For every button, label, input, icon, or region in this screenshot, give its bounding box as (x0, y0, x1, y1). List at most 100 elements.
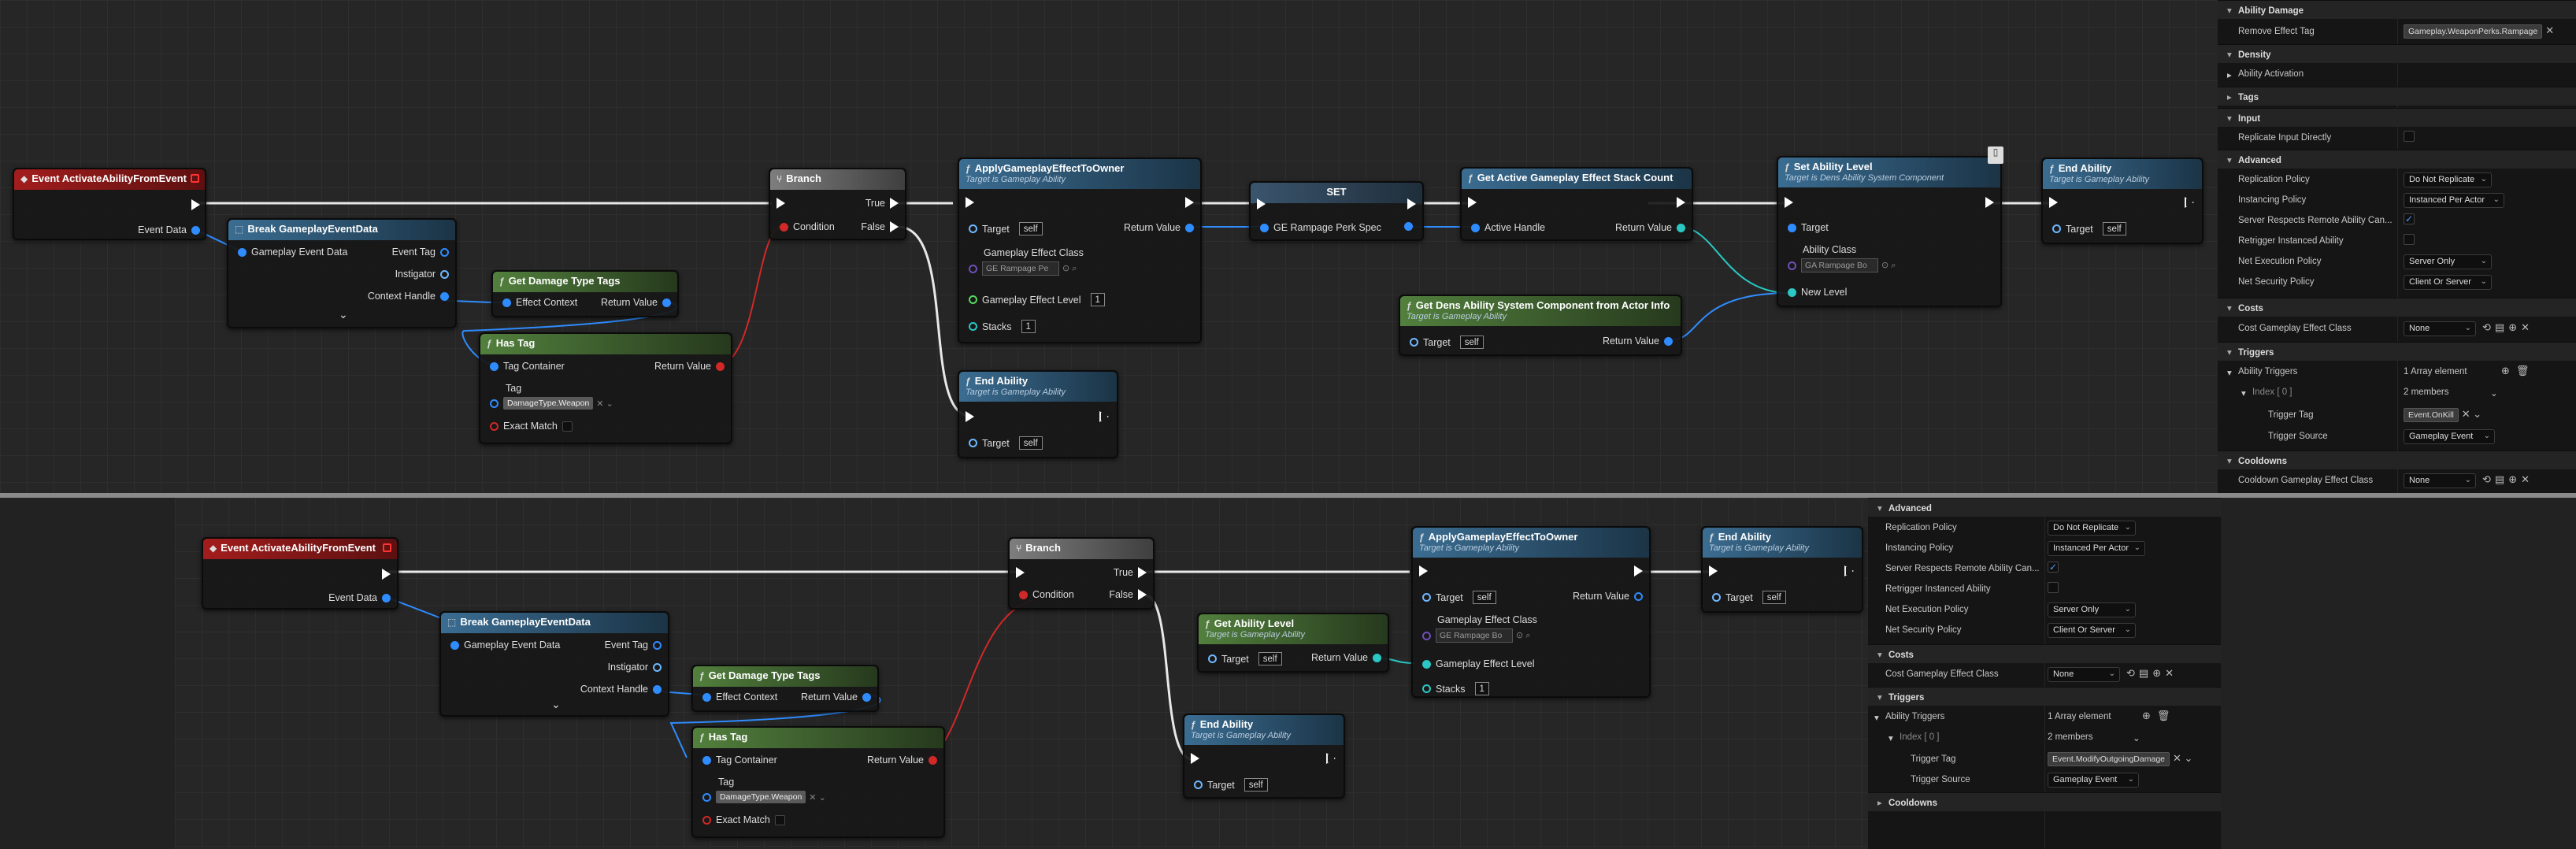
clear-icon[interactable]: ✕ ⌄ (809, 792, 826, 803)
exec-in-pin[interactable] (2049, 197, 2058, 208)
tag-value-field[interactable]: DamageType.Weapon ✕ ⌄ (490, 397, 613, 410)
return-value-pin[interactable]: Return Value (1598, 336, 1673, 347)
clear-icon[interactable]: ✕ (2165, 667, 2174, 680)
return-value-pin[interactable]: Return Value (650, 361, 725, 372)
instancing-policy-dropdown[interactable]: Instanced Per Actor ⌄ (2048, 541, 2145, 556)
return-value-pin[interactable]: Return Value (796, 691, 871, 703)
stacks-pin[interactable]: Stacks 1 (1422, 682, 1489, 695)
node-end-ability-end[interactable]: ƒ End Ability Target is Gameplay Ability T… (2041, 158, 2203, 244)
false-pin[interactable]: False (1104, 589, 1147, 600)
new-level-pin[interactable]: New Level (1788, 287, 1851, 298)
node-has-tag[interactable]: ƒ Has Tag Tag Container Return Value Tag … (479, 332, 732, 444)
trigger-source-dropdown[interactable]: Gameplay Event ⌄ (2048, 773, 2139, 788)
remove-effect-tag-value[interactable]: Gameplay.WeaponPerks.Rampage (2404, 24, 2543, 39)
exec-out-pin[interactable] (1099, 411, 1109, 422)
exec-out-pin[interactable] (1634, 565, 1643, 577)
section-input[interactable]: ▾ Input (2218, 108, 2576, 127)
context-handle-pin[interactable]: Context Handle (363, 291, 449, 302)
net-security-dropdown[interactable]: Client Or Server ⌄ (2404, 275, 2492, 290)
comment-bubble-icon[interactable]: ▯ (1988, 146, 2003, 164)
instigator-pin[interactable]: Instigator (603, 662, 662, 673)
false-pin[interactable]: False (856, 221, 899, 232)
node-branch[interactable]: ⑂ Branch True Condition False (1008, 537, 1155, 610)
exec-in-pin[interactable] (1016, 567, 1025, 578)
return-value-pin[interactable]: Return Value (862, 754, 937, 766)
section-advanced[interactable]: ▾ Advanced (1868, 498, 2221, 517)
event-data-pin[interactable]: Event Data (324, 592, 391, 603)
tag-pin[interactable]: Tag (490, 383, 521, 394)
section-cooldowns[interactable]: ▸ Cooldowns (1868, 792, 2221, 811)
browse-back-icon[interactable]: ⟲ (2126, 667, 2135, 680)
clear-icon[interactable]: ✕ (2545, 24, 2554, 37)
gameplay-event-data-pin[interactable]: Gameplay Event Data (238, 247, 352, 258)
cooldown-ge-dropdown[interactable]: None ⌄ (2404, 473, 2476, 488)
exec-out-pin[interactable] (1677, 197, 1685, 208)
node-get-dens-asc[interactable]: ƒ Get Dens Ability System Component from … (1399, 295, 1682, 356)
folder-icon[interactable]: ▤ (2495, 473, 2504, 486)
condition-pin[interactable]: Condition (1019, 589, 1079, 600)
target-pin[interactable]: Target self (1422, 591, 1496, 604)
set-out-pin[interactable] (1404, 222, 1413, 231)
exact-match-checkbox[interactable] (774, 814, 785, 825)
node-get-damage-type-tags[interactable]: ƒ Get Damage Type Tags Effect Context Ret… (691, 665, 879, 712)
node-has-tag[interactable]: ƒ Has Tag Tag Container Return Value Tag … (691, 726, 945, 838)
exec-out-pin[interactable] (1326, 753, 1336, 764)
exact-match-pin[interactable]: Exact Match (490, 421, 573, 432)
node-event-activate[interactable]: ◆ Event ActivateAbilityFromEvent Event Da… (13, 168, 206, 240)
true-pin[interactable]: True (861, 198, 899, 209)
net-security-dropdown[interactable]: Client Or Server ⌄ (2048, 623, 2136, 638)
return-value-pin[interactable]: Return Value (1119, 222, 1194, 233)
ge-level-pin[interactable]: Gameplay Effect Level 1 (969, 293, 1105, 306)
exec-in-pin[interactable] (1257, 198, 1266, 209)
exec-in-pin[interactable] (777, 198, 785, 209)
event-graph-top[interactable]: ◆ Event ActivateAbilityFromEvent Event Da… (0, 0, 2218, 493)
ge-class-pin[interactable]: GE Rampage Pe ⊙ ⌕ (969, 261, 1077, 276)
expand-chevron-icon[interactable]: ⌄ (339, 308, 348, 321)
exec-in-pin[interactable] (1191, 753, 1199, 764)
delete-icon[interactable]: 🗑 (2157, 710, 2170, 722)
server-respects-checkbox[interactable]: ✓ (2404, 213, 2415, 224)
section-triggers[interactable]: ▾ Triggers (1868, 687, 2221, 706)
index-menu-chevron-icon[interactable]: ⌄ (2490, 387, 2498, 399)
target-pin[interactable]: Target self (969, 436, 1043, 450)
add-icon[interactable]: ⊕ (2152, 667, 2161, 680)
exec-out-pin[interactable] (2185, 197, 2194, 208)
expand-chevron-icon[interactable]: ⌄ (551, 698, 561, 711)
return-value-pin[interactable]: Return Value (1568, 591, 1643, 602)
ge-level-pin[interactable]: Gameplay Effect Level (1422, 658, 1540, 669)
event-tag-pin[interactable]: Event Tag (600, 640, 662, 651)
tag-pin[interactable]: Tag (702, 777, 734, 788)
replicate-input-checkbox[interactable] (2404, 131, 2415, 142)
node-break-gameplay-event[interactable]: ⬚ Break GameplayEventData Gameplay Event … (227, 218, 457, 328)
gameplay-event-data-pin[interactable]: Gameplay Event Data (450, 640, 565, 651)
retrigger-checkbox[interactable] (2048, 582, 2059, 593)
ge-rampage-spec-pin[interactable]: GE Rampage Perk Spec (1260, 222, 1386, 233)
ability-class-pin[interactable]: GA Rampage Bo ⊙ ⌕ (1788, 258, 1896, 272)
condition-pin[interactable]: Condition (780, 221, 840, 232)
node-get-damage-type-tags[interactable]: ƒ Get Damage Type Tags Effect Context Ret… (491, 270, 679, 317)
cost-ge-dropdown[interactable]: None ⌄ (2404, 321, 2476, 336)
section-advanced[interactable]: ▾ Advanced (2218, 150, 2576, 169)
section-tags[interactable]: ▸ Tags (2218, 87, 2576, 106)
exec-in-pin[interactable] (966, 411, 974, 422)
target-pin[interactable]: Target (1788, 222, 1833, 233)
cost-ge-dropdown[interactable]: None ⌄ (2048, 667, 2120, 682)
section-costs[interactable]: ▾ Costs (2218, 298, 2576, 317)
node-end-ability-false[interactable]: ƒ End Ability Target is Gameplay Ability T… (1183, 714, 1345, 799)
delete-icon[interactable]: 🗑 (2516, 365, 2530, 377)
instigator-pin[interactable]: Instigator (391, 269, 449, 280)
node-set-variable[interactable]: SET GE Rampage Perk Spec (1249, 181, 1424, 241)
node-get-active-stack-count[interactable]: ƒ Get Active Gameplay Effect Stack Count … (1460, 167, 1693, 241)
exec-in-pin[interactable] (966, 197, 974, 208)
folder-icon[interactable]: ▤ (2495, 321, 2504, 334)
ge-class-pin[interactable]: GE Rampage Bo ⊙ ⌕ (1422, 628, 1530, 643)
trigger-source-dropdown[interactable]: Gameplay Event ⌄ (2404, 429, 2495, 444)
trigger-tag-value[interactable]: Event.ModifyOutgoingDamage (2048, 752, 2170, 766)
target-pin[interactable]: Target self (1194, 778, 1268, 792)
true-pin[interactable]: True (1109, 567, 1147, 578)
node-apply-ge-to-owner[interactable]: ƒ ApplyGameplayEffectToOwner Target is Gam… (1411, 526, 1651, 698)
index-menu-chevron-icon[interactable]: ⌄ (2133, 732, 2140, 743)
exec-in-pin[interactable] (1419, 565, 1428, 577)
exec-out-pin[interactable] (191, 199, 200, 210)
clear-icon[interactable]: ✕ ⌄ (596, 399, 613, 409)
